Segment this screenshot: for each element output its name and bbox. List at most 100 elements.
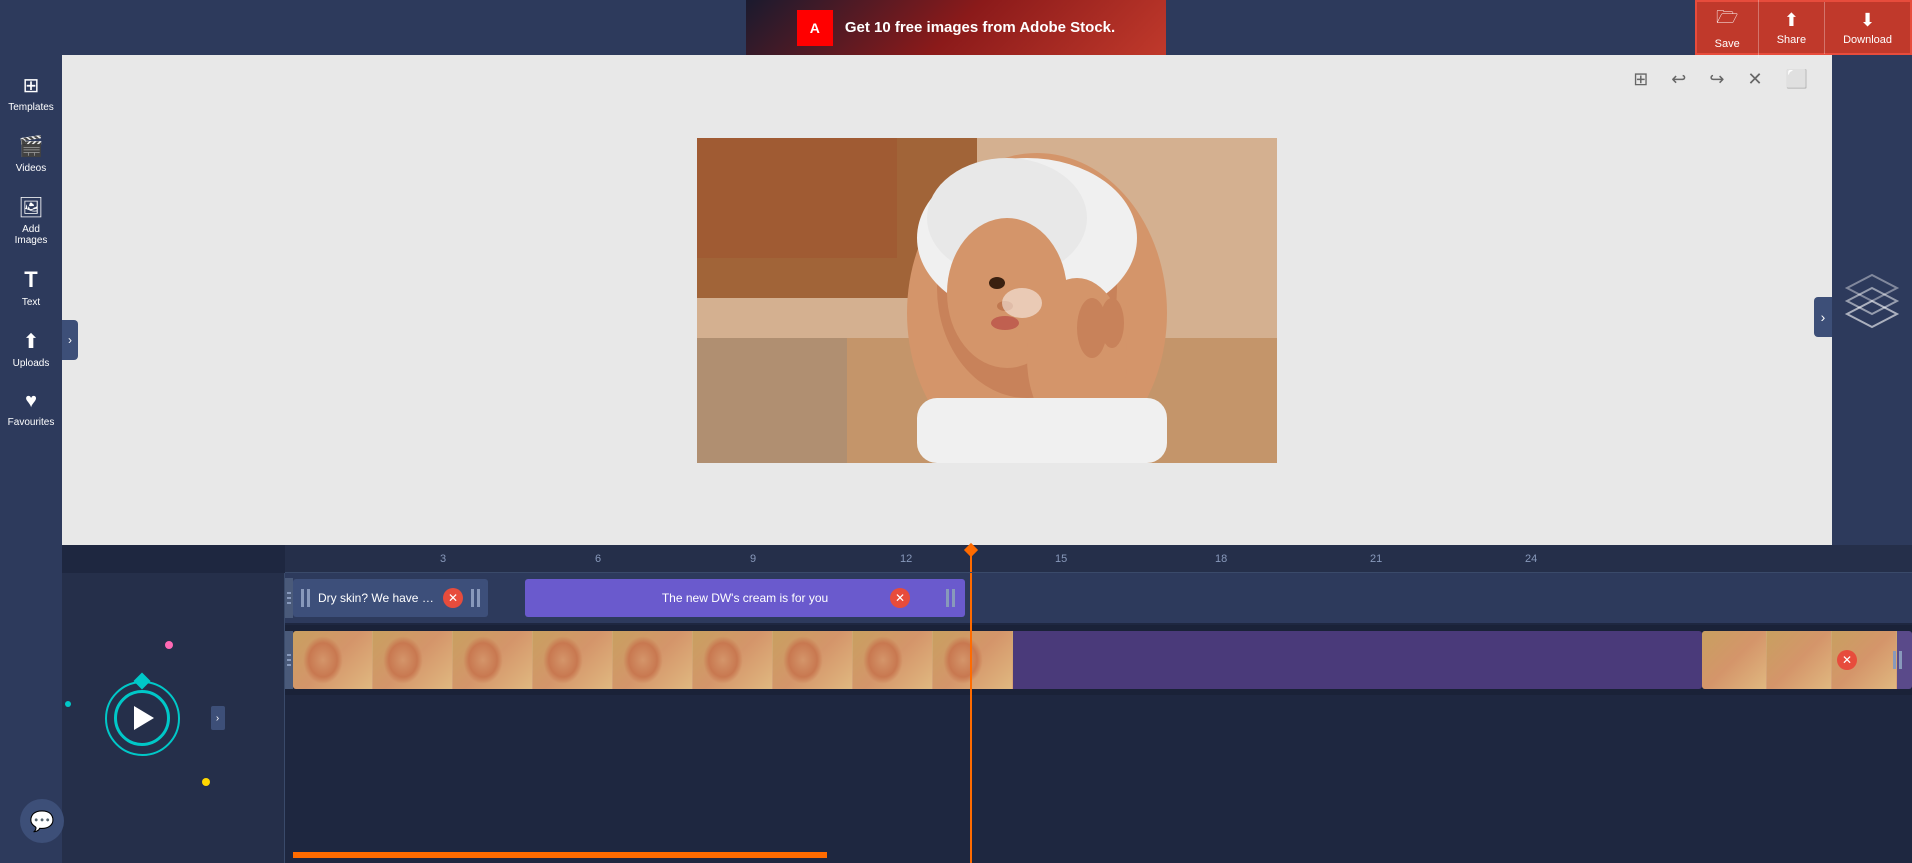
play-icon (134, 706, 154, 730)
layers-svg (1842, 270, 1902, 330)
video-thumb-6 (693, 631, 773, 689)
play-button[interactable] (114, 690, 170, 746)
sidebar-item-uploads[interactable]: ⬆ Uploads (3, 321, 59, 377)
play-outer-ring (105, 681, 180, 756)
right-panel (1832, 55, 1912, 545)
download-label: Download (1843, 34, 1892, 46)
sidebar-item-templates[interactable]: ⊞ Templates (3, 65, 59, 121)
ruler-mark-18: 18 (1215, 553, 1227, 565)
timeline-expand-arrow[interactable]: › (211, 706, 225, 730)
video-track-right[interactable]: ✕ (1702, 631, 1912, 689)
video-thumb-3 (453, 631, 533, 689)
pause-handle-1[interactable] (301, 589, 310, 607)
handle-line (287, 659, 291, 661)
ruler-mark-21: 21 (1370, 553, 1382, 565)
undo-button[interactable]: ↩ (1667, 65, 1690, 94)
top-bar: A Get 10 free images from Adobe Stock. (0, 0, 1912, 55)
pause-handle-3[interactable] (946, 589, 955, 607)
progress-bar-container[interactable] (293, 852, 1912, 858)
chat-button[interactable]: 💬 (20, 799, 64, 843)
add-images-icon: 🖼 (18, 195, 43, 220)
video-thumb-8 (853, 631, 933, 689)
pause-bar (952, 589, 955, 607)
share-label: Share (1777, 34, 1806, 46)
redo-button[interactable]: ↪ (1705, 65, 1728, 94)
templates-icon: ⊞ (23, 73, 40, 98)
timeline-ruler: 3 6 9 12 15 18 21 24 (285, 545, 1912, 573)
pause-bar (1893, 651, 1896, 669)
ruler-mark-9: 9 (750, 553, 756, 565)
video-track-handle[interactable] (285, 631, 293, 689)
pause-bar (946, 589, 949, 607)
right-panel-collapse-button[interactable]: › (1814, 297, 1832, 337)
video-pause-handle[interactable] (1893, 651, 1902, 669)
caption-text-1: Dry skin? We have the solu... (318, 591, 435, 605)
caption-track-handle[interactable] (285, 578, 293, 618)
sidebar-item-videos[interactable]: 🎬 Videos (3, 126, 59, 182)
ruler-mark-6: 6 (595, 553, 601, 565)
uploads-label: Uploads (13, 358, 50, 369)
adobe-logo: A (797, 10, 833, 46)
adobe-banner[interactable]: A Get 10 free images from Adobe Stock. (746, 0, 1166, 55)
layers-icon (1842, 270, 1902, 330)
ruler-mark-24: 24 (1525, 553, 1537, 565)
pause-bar (307, 589, 310, 607)
favourites-label: Favourites (8, 417, 55, 428)
videos-icon: 🎬 (19, 134, 44, 159)
video-track: ✕ (285, 625, 1912, 695)
pause-bar (1899, 651, 1902, 669)
pause-handle-2[interactable] (471, 589, 480, 607)
left-sidebar: ⊞ Templates 🎬 Videos 🖼 Add Images T Text… (0, 55, 62, 863)
video-thumb-1 (293, 631, 373, 689)
video-preview-inner (697, 138, 1277, 463)
video-thumb-4 (533, 631, 613, 689)
save-label: Save (1715, 38, 1740, 50)
sidebar-item-text[interactable]: T Text (3, 259, 59, 316)
sidebar-expand-arrow[interactable]: › (62, 320, 78, 360)
save-icon: 🗁 (1716, 5, 1738, 35)
pause-bar (301, 589, 304, 607)
video-track-inner[interactable] (293, 631, 1702, 689)
sidebar-item-add-images[interactable]: 🖼 Add Images (3, 187, 59, 254)
handle-line (287, 592, 291, 594)
deco-dot-teal (65, 701, 71, 707)
save-button[interactable]: 🗁 Save (1697, 0, 1759, 58)
top-right-toolbar: 🗁 Save ⬆ Share ⬇ Download (1695, 0, 1912, 55)
caption-close-btn-1[interactable]: ✕ (443, 588, 463, 608)
deco-dot-pink (165, 641, 173, 649)
video-thumb-5 (613, 631, 693, 689)
download-button[interactable]: ⬇ Download (1825, 2, 1910, 54)
main-canvas: ⊞ ↩ ↪ ✕ ⬜ (62, 55, 1912, 545)
timeline-playhead-line (970, 573, 972, 863)
caption-close-btn-2[interactable]: ✕ (890, 588, 910, 608)
uploads-icon: ⬆ (23, 329, 40, 354)
timeline-tracks: Dry skin? We have the solu... ✕ The new … (285, 573, 1912, 863)
video-close-btn[interactable]: ✕ (1837, 650, 1857, 670)
playhead-ruler-marker (970, 545, 972, 572)
sidebar-item-favourites[interactable]: ♥ Favourites (3, 382, 59, 436)
progress-bar-fill (293, 852, 827, 858)
video-preview (697, 138, 1277, 463)
play-diamond (134, 672, 151, 689)
videos-label: Videos (16, 163, 46, 174)
close-canvas-button[interactable]: ✕ (1743, 65, 1766, 94)
playhead-diamond (964, 543, 978, 557)
caption-segment-1[interactable]: Dry skin? We have the solu... ✕ (293, 579, 488, 617)
video-thumb-7 (773, 631, 853, 689)
ruler-mark-12: 12 (900, 553, 912, 565)
grid-toggle-button[interactable]: ⊞ (1629, 65, 1652, 94)
fullscreen-button[interactable]: ⬜ (1782, 65, 1812, 94)
share-icon: ⬆ (1784, 10, 1799, 31)
video-frame-svg (697, 138, 1277, 463)
handle-line (287, 597, 291, 599)
add-images-label: Add Images (7, 224, 55, 246)
timeline: 3 6 9 12 15 18 21 24 (0, 545, 1912, 863)
templates-label: Templates (8, 102, 54, 113)
video-thumb-right-2 (1767, 631, 1832, 689)
video-thumb-2 (373, 631, 453, 689)
video-thumb-9 (933, 631, 1013, 689)
share-button[interactable]: ⬆ Share (1759, 2, 1825, 54)
adobe-logo-text: A (810, 20, 820, 36)
handle-line (287, 664, 291, 666)
caption-segment-2[interactable]: The new DW's cream is for you ✕ (525, 579, 965, 617)
